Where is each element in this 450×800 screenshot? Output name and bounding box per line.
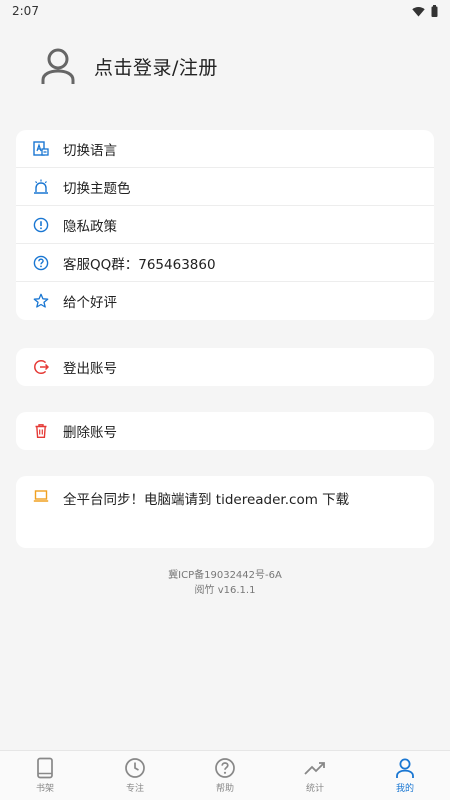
tab-focus[interactable]: 专注 (90, 757, 180, 794)
status-time: 2:07 (12, 4, 39, 18)
icp-license-text: 冀ICP备19032442号-6A (168, 570, 282, 581)
logout-icon (33, 359, 49, 375)
settings-card: 切换语言 切换主题色 隐私政策 客服QQ群：765463860 给个好评 (16, 130, 434, 320)
privacy-policy-label: 隐私政策 (63, 218, 117, 235)
tab-bookshelf[interactable]: 书架 (0, 757, 90, 794)
status-bar: 2:07 (0, 0, 450, 22)
tab-help-label: 帮助 (215, 784, 234, 794)
switch-language-label: 切换语言 (63, 142, 117, 159)
sync-download-label: 全平台同步！电脑端请到 tidereader.com 下载 (63, 492, 350, 508)
login-register-label: 点击登录/注册 (94, 56, 218, 79)
star-icon (33, 293, 49, 309)
footer-info: 冀ICP备19032442号-6A 阅竹 v16.1.1 (0, 568, 450, 598)
tab-statistics-label: 统计 (305, 784, 324, 794)
sync-card: 全平台同步！电脑端请到 tidereader.com 下载 (16, 476, 434, 548)
help-circle-icon (33, 255, 49, 271)
help-icon (215, 758, 235, 778)
logout-card: 登出账号 (16, 348, 434, 386)
bottom-tab-bar: 书架 专注 帮助 统计 我的 (0, 750, 450, 800)
switch-theme-color-item[interactable]: 切换主题色 (16, 168, 434, 206)
wifi-icon (412, 6, 425, 16)
tab-focus-label: 专注 (125, 784, 144, 794)
tab-statistics[interactable]: 统计 (270, 757, 360, 794)
login-register-button[interactable]: 点击登录/注册 (40, 42, 218, 90)
rate-app-label: 给个好评 (63, 295, 117, 311)
theme-color-icon (33, 179, 49, 195)
tab-mine-label: 我的 (395, 784, 414, 794)
delete-account-card: 删除账号 (16, 412, 434, 450)
delete-account-label: 删除账号 (63, 425, 117, 441)
clock-icon (125, 758, 145, 778)
trash-icon (33, 423, 49, 439)
tab-bookshelf-label: 书架 (35, 784, 54, 794)
tab-help[interactable]: 帮助 (180, 757, 270, 794)
person-icon (396, 758, 414, 778)
customer-service-qq-label: 客服QQ群：765463860 (63, 256, 216, 273)
delete-account-button[interactable]: 删除账号 (16, 412, 434, 450)
app-version-text: 阅竹 v16.1.1 (194, 585, 256, 596)
customer-service-qq-item[interactable]: 客服QQ群：765463860 (16, 244, 434, 282)
avatar-icon (41, 48, 75, 84)
sync-download-item[interactable]: 全平台同步！电脑端请到 tidereader.com 下载 (16, 476, 434, 548)
info-circle-icon (33, 217, 49, 233)
logout-label: 登出账号 (63, 361, 117, 377)
switch-theme-color-label: 切换主题色 (63, 180, 131, 197)
book-icon (37, 757, 53, 779)
status-icons (412, 5, 438, 17)
switch-language-item[interactable]: 切换语言 (16, 130, 434, 168)
tab-mine[interactable]: 我的 (360, 757, 450, 794)
battery-icon (431, 5, 438, 17)
logout-button[interactable]: 登出账号 (16, 348, 434, 386)
privacy-policy-item[interactable]: 隐私政策 (16, 206, 434, 244)
trend-icon (304, 762, 325, 775)
rate-app-item[interactable]: 给个好评 (16, 282, 434, 320)
translate-icon (33, 140, 49, 157)
laptop-icon (33, 488, 49, 504)
